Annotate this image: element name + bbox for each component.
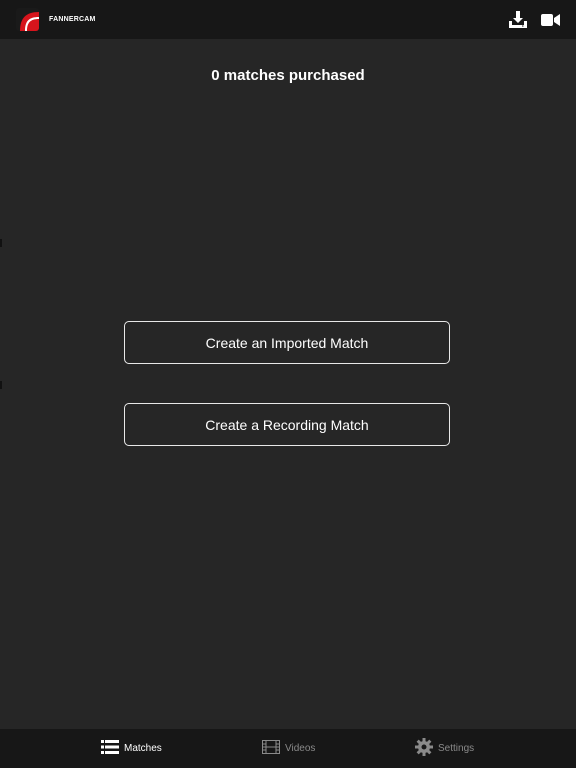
app-name: FANNERCAM — [49, 16, 96, 23]
create-recording-match-button[interactable]: Create a Recording Match — [124, 403, 450, 446]
tab-settings-label: Settings — [438, 743, 475, 754]
tab-videos[interactable]: Videos — [262, 729, 315, 768]
film-icon — [262, 740, 280, 757]
edge-divider — [0, 381, 2, 389]
fannercam-logo-icon — [16, 8, 39, 31]
top-bar: FANNERCAM — [0, 0, 576, 39]
tab-matches[interactable]: Matches — [101, 729, 162, 768]
tab-videos-label: Videos — [285, 743, 316, 754]
page-title: 0 matches purchased — [211, 67, 365, 84]
create-imported-match-button[interactable]: Create an Imported Match — [124, 321, 450, 364]
tab-matches-label: Matches — [124, 743, 162, 754]
tab-bar: Matches Videos Settings — [0, 729, 576, 768]
tab-settings[interactable]: Settings — [415, 729, 474, 768]
app-window: FANNERCAM 0 matches purchased Create an … — [0, 0, 576, 768]
video-camera-icon[interactable] — [541, 13, 560, 32]
download-icon[interactable] — [509, 11, 527, 33]
edge-divider — [0, 239, 2, 247]
gear-icon — [415, 738, 433, 759]
list-icon — [101, 740, 119, 757]
app-logo: FANNERCAM — [16, 8, 96, 31]
top-actions — [509, 11, 560, 33]
